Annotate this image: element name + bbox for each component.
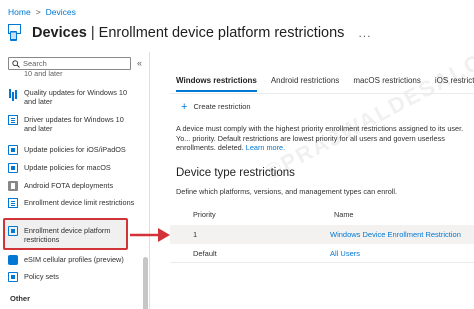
priority-cell: Default	[193, 249, 217, 258]
more-options-button[interactable]: ...	[358, 26, 371, 40]
tab-ios-restrictions[interactable]: iOS restrictions	[435, 76, 474, 92]
search-placeholder: Search	[23, 59, 47, 68]
restriction-tabs: Windows restrictions Android restriction…	[176, 76, 474, 92]
sidebar-item-label: eSIM cellular profiles (preview)	[24, 255, 124, 264]
document-icon	[8, 115, 18, 125]
sidebar-item-policy-sets[interactable]: Policy sets	[8, 272, 136, 282]
sidebar-item-android-fota[interactable]: Android FOTA deployments	[8, 181, 136, 191]
table-row[interactable]: 1 Windows Device Enrollment Restriction	[170, 225, 474, 244]
sidebar-item-label: 10 and later	[24, 69, 63, 78]
breadcrumb: Home > Devices	[8, 7, 76, 17]
sidebar-item-esim-profiles[interactable]: eSIM cellular profiles (preview)	[8, 255, 136, 265]
tab-divider	[170, 93, 474, 94]
create-restriction-button[interactable]: + Create restriction	[181, 100, 251, 113]
device-icon	[8, 226, 18, 236]
arrow-icon	[130, 228, 170, 242]
sidebar-item-feature-updates[interactable]: 10 and later	[8, 69, 136, 79]
priority-cell: 1	[193, 230, 198, 239]
sidebar-item-driver-updates[interactable]: Driver updates for Windows 10 and later	[8, 115, 136, 133]
restriction-name-link[interactable]: All Users	[330, 249, 360, 258]
sidebar-item-label: Policy sets	[24, 272, 59, 281]
section-title: Device type restrictions	[176, 167, 295, 179]
table-row[interactable]: Default All Users	[170, 244, 474, 263]
sidebar-item-label: Update policies for iOS/iPadOS	[24, 145, 126, 154]
policy-icon	[8, 272, 18, 282]
collapse-sidebar-button[interactable]: «	[137, 58, 142, 68]
chart-icon	[8, 88, 18, 98]
sim-icon	[8, 255, 18, 265]
description-text: A device must comply with the highest pr…	[176, 124, 464, 152]
devices-icon	[8, 24, 24, 42]
section-subtitle: Define which platforms, versions, and ma…	[176, 187, 398, 196]
page-title: Devices | Enrollment device platform res…	[32, 25, 345, 41]
device-icon	[8, 145, 18, 155]
sidebar-item-platform-restrictions[interactable]: Enrollment device platform restrictions	[8, 226, 136, 244]
sidebar-item-label: Enrollment device limit restrictions	[24, 198, 135, 207]
sidebar-item-macos-updates[interactable]: Update policies for macOS	[8, 163, 136, 173]
sidebar-scrollbar[interactable]	[143, 122, 148, 309]
page-header: Devices | Enrollment device platform res…	[8, 22, 371, 44]
search-icon	[12, 59, 20, 68]
breadcrumb-separator: >	[35, 7, 41, 17]
sidebar-item-label: Driver updates for Windows 10 and later	[24, 115, 124, 133]
breadcrumb-devices-link[interactable]: Devices	[46, 7, 76, 17]
column-header-name[interactable]: Name	[334, 210, 353, 219]
sidebar-item-quality-updates[interactable]: Quality updates for Windows 10 and later	[8, 88, 136, 106]
sidebar-item-ios-updates[interactable]: Update policies for iOS/iPadOS	[8, 145, 136, 155]
android-icon	[8, 181, 18, 191]
breadcrumb-home-link[interactable]: Home	[8, 7, 31, 17]
sidebar-item-label: Quality updates for Windows 10 and later	[24, 88, 128, 106]
tab-macos-restrictions[interactable]: macOS restrictions	[353, 76, 421, 92]
restriction-name-link[interactable]: Windows Device Enrollment Restriction	[330, 230, 461, 239]
document-icon	[8, 198, 18, 208]
scrollbar-thumb[interactable]	[143, 257, 148, 309]
tab-windows-restrictions[interactable]: Windows restrictions	[176, 76, 257, 92]
column-header-priority[interactable]: Priority	[193, 210, 216, 219]
sidebar-section-other: Other	[10, 294, 31, 303]
sidebar-item-label: Enrollment device platform restrictions	[24, 226, 111, 244]
learn-more-link[interactable]: Learn more.	[246, 143, 285, 152]
sidebar-item-label: Update policies for macOS	[24, 163, 111, 172]
sidebar-item-device-limit-restrictions[interactable]: Enrollment device limit restrictions	[8, 198, 136, 208]
plus-icon: +	[181, 100, 188, 113]
device-icon	[8, 163, 18, 173]
watermark: ©PRAJWALDESAI.COM	[260, 30, 474, 185]
sidebar-item-label: Android FOTA deployments	[24, 181, 114, 190]
tab-android-restrictions[interactable]: Android restrictions	[271, 76, 339, 92]
create-restriction-label: Create restriction	[193, 102, 251, 111]
